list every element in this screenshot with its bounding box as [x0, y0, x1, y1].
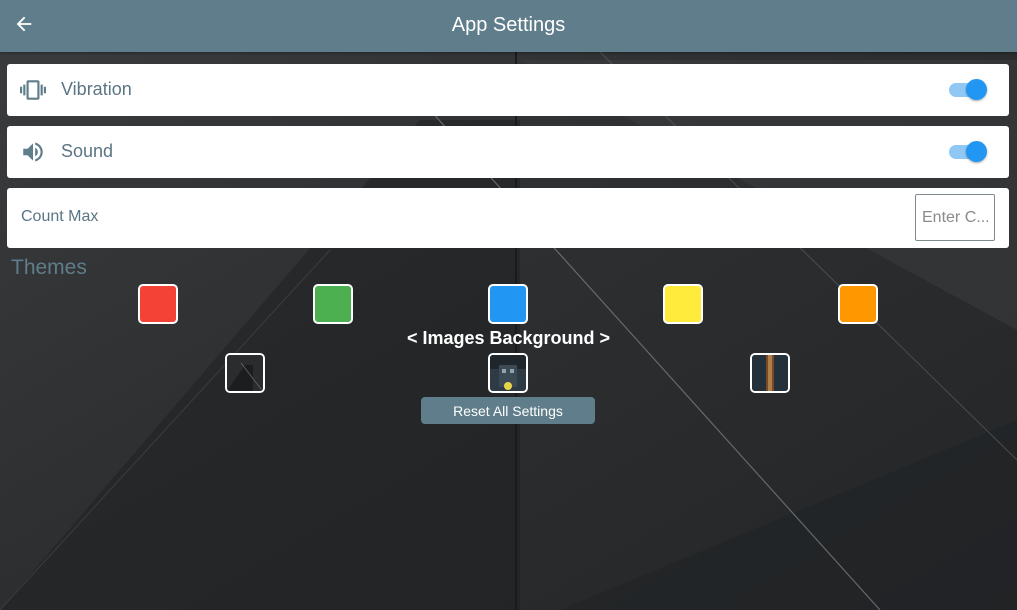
- sound-toggle[interactable]: [947, 139, 987, 165]
- theme-swatch-yellow[interactable]: [663, 284, 703, 324]
- images-background-heading: < Images Background >: [406, 328, 611, 348]
- background-thumb-street-lamp[interactable]: [488, 353, 528, 393]
- count-max-label: Count Max: [21, 208, 99, 225]
- theme-swatch-blue[interactable]: [488, 284, 528, 324]
- vibration-setting-row: Vibration: [7, 64, 1009, 116]
- sound-setting-row: Sound: [7, 126, 1009, 178]
- background-thumb-guitar[interactable]: [750, 353, 790, 393]
- background-thumb-concrete[interactable]: [225, 353, 265, 393]
- themes-heading: Themes: [11, 256, 87, 279]
- reset-all-settings-button[interactable]: Reset All Settings: [421, 397, 595, 424]
- theme-swatch-orange[interactable]: [838, 284, 878, 324]
- vibration-toggle[interactable]: [947, 77, 987, 103]
- app-bar: App Settings: [0, 0, 1017, 52]
- vibration-icon: [19, 76, 47, 104]
- vibration-toggle-thumb: [966, 79, 987, 100]
- sound-label: Sound: [61, 141, 114, 161]
- count-max-input[interactable]: [915, 194, 995, 241]
- count-max-row: Count Max: [7, 188, 1009, 248]
- theme-swatch-green[interactable]: [313, 284, 353, 324]
- sound-toggle-thumb: [966, 141, 987, 162]
- page-title: App Settings: [451, 14, 566, 36]
- vibration-label: Vibration: [61, 79, 132, 99]
- volume-icon: [19, 138, 47, 166]
- theme-swatch-red[interactable]: [138, 284, 178, 324]
